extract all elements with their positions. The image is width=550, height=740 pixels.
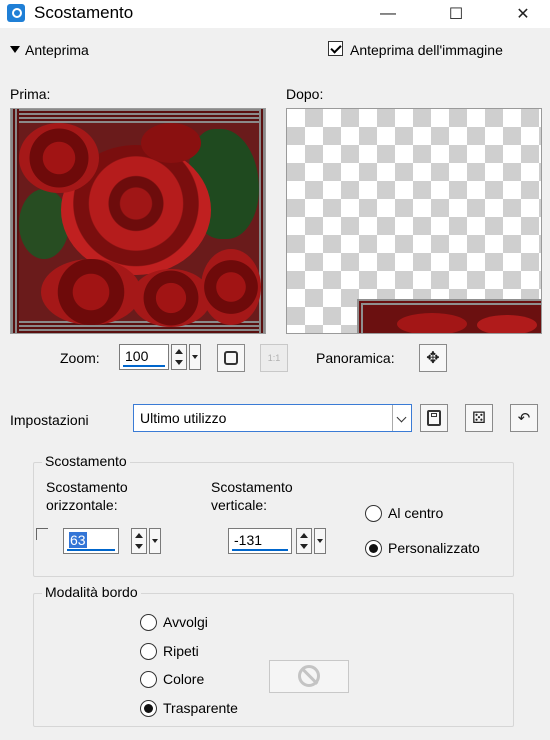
wrap-radio-label[interactable]: Avvolgi: [163, 614, 208, 630]
reset-button[interactable]: ↶: [510, 404, 538, 432]
focus-underline: [67, 549, 115, 551]
color-radio-label[interactable]: Colore: [163, 671, 204, 687]
save-preset-button[interactable]: [420, 404, 448, 432]
center-radio[interactable]: [365, 505, 382, 522]
reset-icon: ↶: [517, 410, 531, 427]
horizontal-offset-label-line2: orizzontale:: [46, 497, 118, 513]
app-icon: [7, 4, 25, 22]
preview-toggle[interactable]: Anteprima: [10, 42, 89, 58]
randomize-button[interactable]: ⚄: [465, 404, 493, 432]
image-preview-label: Anteprima dell'immagine: [350, 42, 503, 58]
save-icon: [427, 410, 441, 426]
vertical-offset-label: Scostamento verticale:: [211, 478, 293, 514]
zoom-stepper[interactable]: [171, 344, 187, 370]
vertical-offset-label-line2: verticale:: [211, 497, 268, 513]
before-preview-image[interactable]: [10, 108, 266, 334]
edge-mode-group-title: Modalità bordo: [42, 584, 141, 600]
pan-label: Panoramica:: [316, 350, 395, 366]
zoom-input[interactable]: 100: [119, 344, 169, 370]
after-label: Dopo:: [286, 86, 324, 102]
preview-toggle-label: Anteprima: [25, 42, 89, 58]
settings-label: Impostazioni: [10, 412, 89, 428]
repeat-radio[interactable]: [140, 643, 157, 660]
minimize-button[interactable]: —: [365, 0, 411, 28]
actual-size-icon: 1:1: [267, 353, 281, 363]
zoom-fit-button[interactable]: [217, 344, 245, 372]
preset-select[interactable]: Ultimo utilizzo: [133, 404, 412, 432]
window-title: Scostamento: [34, 3, 134, 22]
no-color-icon: [298, 665, 320, 687]
dice-icon: ⚄: [472, 410, 486, 427]
horizontal-offset-dropdown[interactable]: [149, 528, 161, 554]
before-label: Prima:: [10, 86, 51, 102]
horizontal-offset-value: 63: [69, 532, 87, 548]
maximize-button[interactable]: ☐: [433, 0, 479, 28]
close-button[interactable]: ✕: [500, 0, 546, 28]
vertical-offset-value: -131: [234, 532, 263, 548]
vertical-offset-dropdown[interactable]: [314, 528, 326, 554]
actual-size-button[interactable]: 1:1: [260, 344, 288, 372]
preset-value: Ultimo utilizzo: [140, 410, 227, 426]
center-radio-label[interactable]: Al centro: [388, 505, 443, 521]
vertical-offset-label-line1: Scostamento: [211, 479, 293, 495]
zoom-label: Zoom:: [60, 350, 100, 366]
chevron-down-icon[interactable]: [392, 405, 411, 431]
wrap-radio[interactable]: [140, 614, 157, 631]
transparent-radio[interactable]: [140, 700, 157, 717]
pan-button[interactable]: ✥: [419, 344, 447, 372]
color-radio[interactable]: [140, 671, 157, 688]
focus-underline: [123, 365, 165, 367]
zoom-value: 100: [125, 348, 149, 364]
horizontal-offset-input[interactable]: 63: [63, 528, 119, 554]
after-preview-image[interactable]: [286, 108, 542, 334]
custom-radio-label[interactable]: Personalizzato: [388, 540, 480, 556]
focus-underline: [232, 549, 288, 551]
horizontal-offset-label-line1: Scostamento: [46, 479, 128, 495]
move-icon: ✥: [426, 350, 440, 367]
collapse-arrow-icon: [10, 46, 20, 53]
transparent-radio-label[interactable]: Trasparente: [163, 700, 238, 716]
link-bracket-icon: [36, 528, 48, 540]
horizontal-offset-stepper[interactable]: [131, 528, 147, 554]
vertical-offset-input[interactable]: -131: [228, 528, 292, 554]
zoom-dropdown-button[interactable]: [189, 344, 201, 370]
horizontal-offset-label: Scostamento orizzontale:: [46, 478, 128, 514]
offset-group-title: Scostamento: [42, 453, 130, 469]
fit-to-window-icon: [224, 351, 238, 365]
vertical-offset-stepper[interactable]: [296, 528, 312, 554]
repeat-radio-label[interactable]: Ripeti: [163, 643, 199, 659]
checkmark-icon: [329, 42, 344, 57]
custom-radio[interactable]: [365, 540, 382, 557]
